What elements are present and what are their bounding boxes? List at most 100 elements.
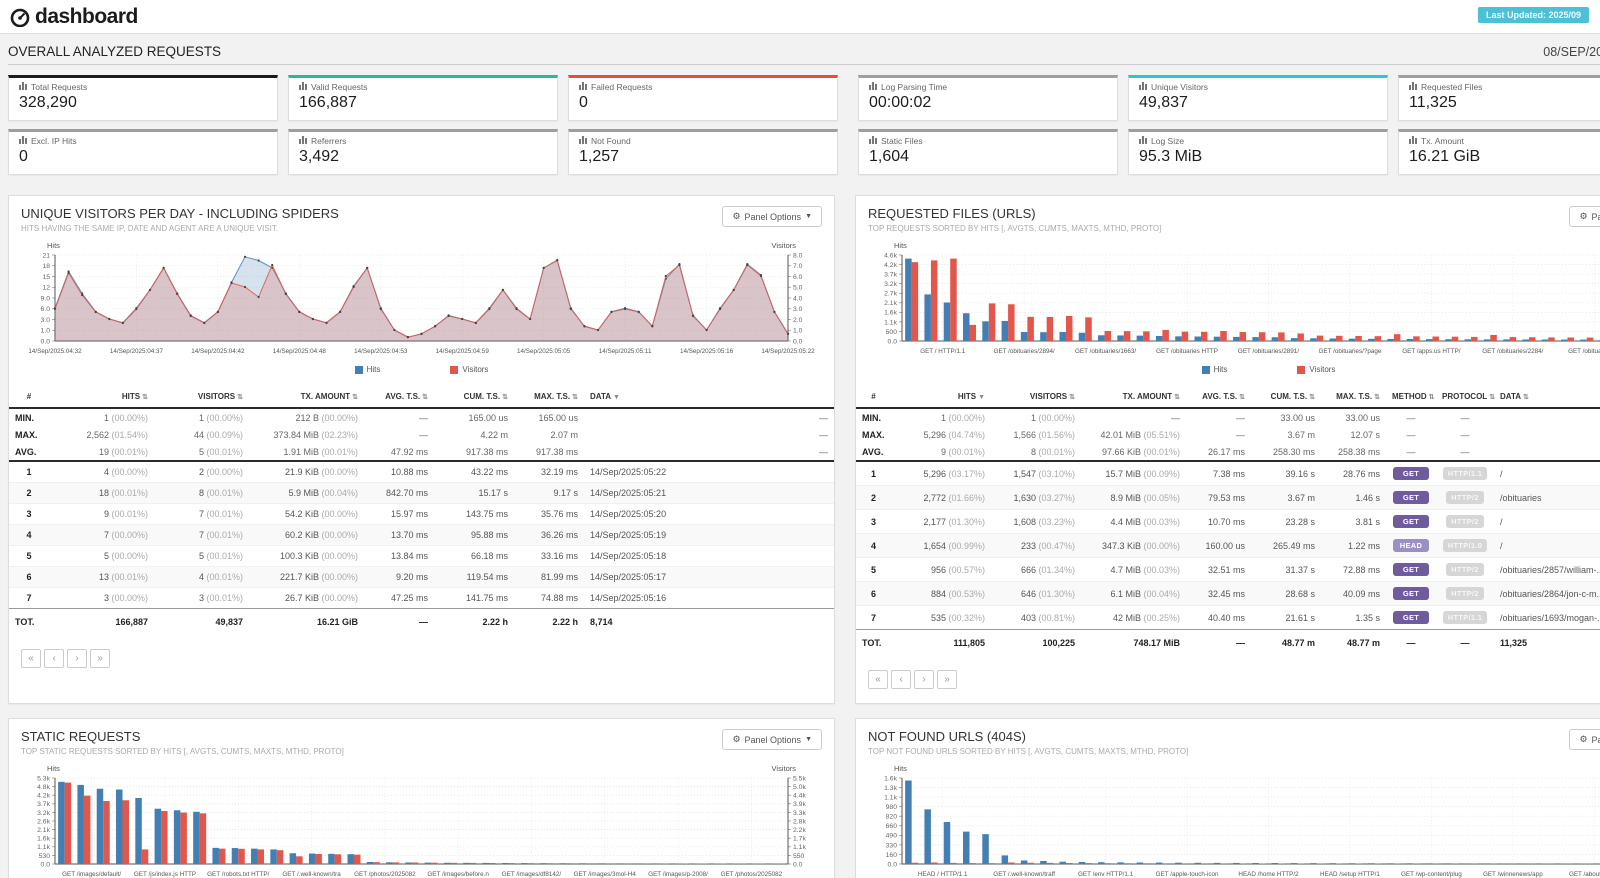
table-row[interactable]: 2 2,772 (01.66%) 1,630 (03.27%) 8.9 MiB (00… [856, 485, 1600, 510]
metric-value: 49,837 [1139, 94, 1188, 111]
method-cell: GET [1386, 558, 1436, 582]
table-cell: 3 (00.01%) [198, 593, 243, 603]
percent-value: (00.05%) [1140, 492, 1180, 503]
svg-text:HEAD /setup HTTP/1: HEAD /setup HTTP/1 [1320, 871, 1380, 878]
next-page-button[interactable]: › [914, 670, 934, 689]
method-badge: GET [1393, 563, 1429, 576]
prev-page-button[interactable]: ‹ [44, 649, 64, 668]
table-row[interactable]: 6 13 (00.01%) 4 (00.01%) 221.7 KiB (00.00%)… [9, 566, 834, 588]
table-row[interactable]: 1 5,296 (03.17%) 1,547 (03.10%) 15.7 MiB (0… [856, 461, 1600, 486]
last-page-button[interactable]: » [90, 649, 110, 668]
table-row[interactable]: 6 884 (00.53%) 646 (01.30%) 6.1 MiB (00.04%… [856, 581, 1600, 606]
panel-options-button[interactable]: ⚙ Panel Options ▼ [1569, 729, 1600, 750]
legend-item[interactable]: Hits [1201, 365, 1227, 374]
table-row[interactable]: 4 7 (00.00%) 7 (00.01%) 60.2 KiB (00.00%) 13… [9, 524, 834, 546]
column-header-avg-t-s-[interactable]: AVG. T.S. ⇅ [364, 386, 434, 409]
column-header-max-t-s-[interactable]: MAX. T.S. ⇅ [514, 386, 584, 409]
column-header-cum-t-s-[interactable]: CUM. T.S. ⇅ [434, 386, 514, 409]
column-header-method[interactable]: METHOD ⇅ [1386, 386, 1436, 409]
gear-icon: ⚙ [1579, 211, 1588, 221]
total-cell: 49,837 [154, 608, 249, 635]
svg-text:Hits: Hits [894, 764, 907, 773]
svg-text:5.0k: 5.0k [793, 784, 806, 791]
protocol-cell: HTTP/2 [1436, 558, 1494, 582]
column-header-tx-amount[interactable]: TX. AMOUNT ⇅ [249, 386, 364, 409]
table-cell: 18 (00.01%) [98, 488, 148, 498]
column-header-hits[interactable]: HITS ▼ [891, 386, 991, 409]
bottom-panels-row: STATIC REQUESTS TOP STATIC REQUESTS SORT… [0, 718, 1600, 878]
next-page-button[interactable]: › [67, 649, 87, 668]
column-header-max-t-s-[interactable]: MAX. T.S. ⇅ [1321, 386, 1386, 409]
legend-item[interactable]: Visitors [1297, 365, 1335, 374]
metric-value: 166,887 [299, 94, 357, 111]
table-row[interactable]: 3 2,177 (01.30%) 1,608 (03.23%) 4.4 MiB (00… [856, 510, 1600, 534]
table-row[interactable]: 5 956 (00.57%) 666 (01.34%) 4.7 MiB (00.03%… [856, 558, 1600, 582]
column-header-protocol[interactable]: PROTOCOL ⇅ [1436, 386, 1495, 409]
column-header--[interactable]: # [9, 386, 49, 409]
table-cell: 26.7 KiB (00.00%) [284, 593, 358, 603]
panel-options-button[interactable]: ⚙ Panel Options ▼ [722, 206, 822, 227]
table-row[interactable]: 5 5 (00.00%) 5 (00.01%) 100.3 KiB (00.00%) 1… [9, 546, 834, 567]
table-row[interactable]: 7 3 (00.00%) 3 (00.01%) 26.7 KiB (00.00%) 47… [9, 588, 834, 609]
metric-card: Failed Requests 0 [568, 75, 838, 121]
column-header-data[interactable]: DATA ⇅ [1494, 386, 1600, 409]
metric-label: Total Requests [31, 82, 88, 92]
table-row[interactable]: 4 1,654 (00.99%) 233 (00.47%) 347.3 KiB (00… [856, 533, 1600, 558]
method-cell: GET [1386, 510, 1436, 534]
last-page-button[interactable]: » [937, 670, 957, 689]
percent-value: (00.01%) [108, 488, 148, 498]
svg-text:1.0: 1.0 [41, 328, 51, 335]
panel-options-button[interactable]: ⚙ Panel Options ▼ [1569, 206, 1600, 227]
table-cell: 7.38 ms [1212, 468, 1245, 479]
protocol-badge: HTTP/1.1 [1442, 467, 1488, 480]
table-cell: 9.20 ms [395, 572, 428, 582]
method-cell: GET [1386, 461, 1436, 486]
column-header-tx-amount[interactable]: TX. AMOUNT ⇅ [1081, 386, 1186, 409]
svg-text:GET /images/p-2008/: GET /images/p-2008/ [648, 871, 708, 878]
column-header-data[interactable]: DATA ▼ [584, 386, 834, 409]
svg-text:3.7k: 3.7k [884, 272, 897, 279]
table-row[interactable]: 1 4 (00.00%) 2 (00.00%) 21.9 KiB (00.00%) 10… [9, 461, 834, 483]
summary-row-label: MAX. [862, 429, 885, 440]
summary-cell: 373.84 MiB (02.23%) [273, 429, 358, 440]
table-cell: /obituaries/2857/william-... [1500, 564, 1600, 575]
column-header-cum-t-s-[interactable]: CUM. T.S. ⇅ [1251, 386, 1321, 409]
gear-icon: ⚙ [1579, 734, 1588, 744]
svg-text:0.0: 0.0 [41, 861, 51, 868]
table-row[interactable]: 7 535 (00.32%) 403 (00.81%) 42 MiB (00.25%)… [856, 606, 1600, 630]
summary-cell: 1 (00.00%) [1030, 412, 1075, 423]
bar-chart-icon [1409, 136, 1417, 146]
column-header-visitors[interactable]: VISITORS ⇅ [154, 386, 249, 409]
table-row[interactable]: 3 9 (00.01%) 7 (00.01%) 54.2 KiB (00.00%) 15… [9, 504, 834, 525]
prev-page-button[interactable]: ‹ [891, 670, 911, 689]
svg-text:GET /photos/2025082: GET /photos/2025082 [354, 871, 416, 878]
percent-value: (00.01%) [108, 572, 148, 582]
column-header-avg-t-s-[interactable]: AVG. T.S. ⇅ [1186, 386, 1251, 409]
column-header--[interactable]: # [856, 386, 891, 409]
first-page-button[interactable]: « [21, 649, 41, 668]
table-cell: 72.88 ms [1342, 564, 1380, 575]
table-cell: 14/Sep/2025:05:20 [590, 509, 667, 519]
column-header-visitors[interactable]: VISITORS ⇅ [991, 386, 1081, 409]
percent-value: (01.54%) [108, 429, 148, 440]
summary-cell: 1 (00.00%) [940, 412, 985, 423]
panel-options-button[interactable]: ⚙ Panel Options ▼ [722, 729, 822, 750]
percent-value: (00.47%) [1035, 540, 1075, 551]
unique-visitors-table: # HITS ⇅ VISITORS ⇅ TX. AMOUNT ⇅ AVG. T.S. ⇅ CUM.… [9, 380, 834, 635]
summary-cell: — [419, 412, 428, 423]
static-requests-chart: Hits Visitors 5.3k 4.8k 4.2k 3.7k 3.2k 2.6k 2.1k… [9, 758, 834, 878]
legend-item[interactable]: Visitors [450, 365, 488, 374]
total-cell: 2.22 h [434, 608, 514, 635]
percent-value: (00.57%) [945, 564, 985, 575]
legend-item[interactable]: Hits [354, 365, 380, 374]
summary-row-label: MIN. [15, 412, 34, 423]
table-row[interactable]: 2 18 (00.01%) 8 (00.01%) 5.9 MiB (00.04%) 84… [9, 482, 834, 504]
table-cell: 3.67 m [1287, 492, 1315, 503]
svg-text:GET /js/index.js HTTP: GET /js/index.js HTTP [134, 871, 196, 878]
column-header-hits[interactable]: HITS ⇅ [49, 386, 154, 409]
first-page-button[interactable]: « [868, 670, 888, 689]
svg-text:GET /.well-known/traff: GET /.well-known/traff [993, 871, 1055, 878]
metric-value: 1,257 [579, 148, 620, 165]
table-cell: 14/Sep/2025:05:22 [590, 467, 667, 477]
summary-cell: — [1460, 412, 1470, 423]
